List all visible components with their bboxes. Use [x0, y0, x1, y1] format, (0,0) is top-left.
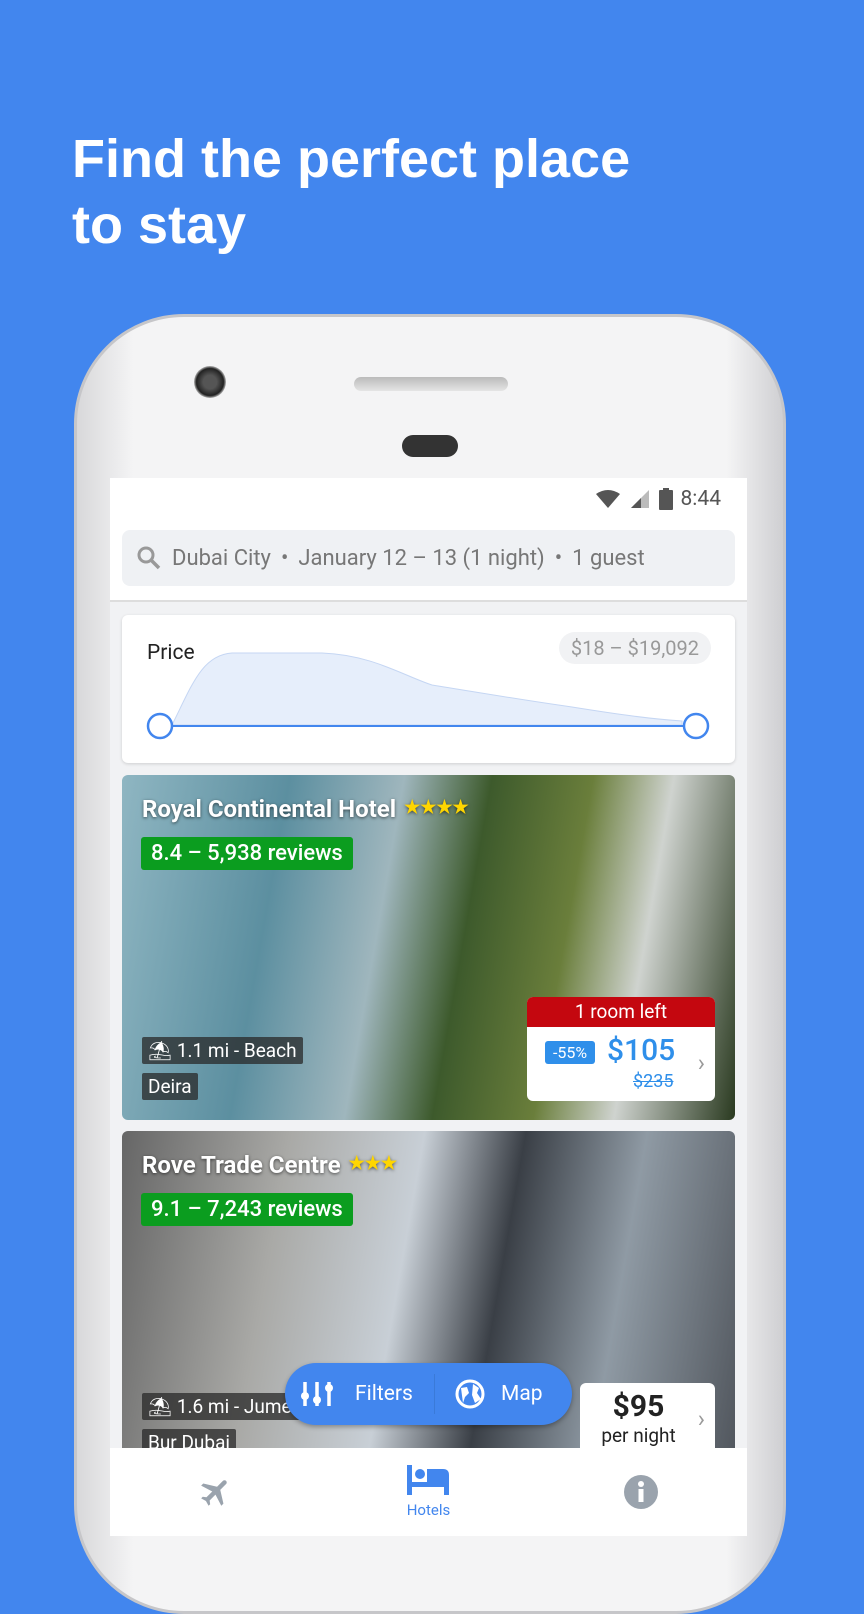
signal-icon — [630, 490, 649, 508]
beach-icon: ⛱ — [148, 1395, 173, 1418]
price-histogram — [146, 652, 710, 740]
availability-badge: 1 room left — [527, 997, 715, 1027]
price-min-handle[interactable] — [146, 712, 174, 740]
chevron-right-icon: › — [697, 1405, 705, 1433]
rating-badge: 9.1 – 7,243 reviews — [141, 1193, 353, 1226]
beach-icon: ⛱ — [148, 1039, 173, 1062]
sliders-icon — [301, 1382, 333, 1406]
globe-icon — [455, 1379, 485, 1409]
app-screen: 8:44 Dubai City • January 12 – 13 (1 nigh… — [110, 478, 747, 1536]
chevron-right-icon: › — [697, 1049, 705, 1077]
star-rating: ★★★ — [348, 1153, 397, 1174]
status-bar: 8:44 — [110, 478, 747, 520]
price-filter: Price $18 – $19,092 — [122, 615, 735, 763]
price-box[interactable]: 1 room left -55% $105 $235 › — [527, 997, 715, 1101]
nav-info[interactable] — [535, 1448, 747, 1536]
speaker — [354, 377, 508, 391]
hotel-card[interactable]: Royal Continental Hotel ★★★★ 8.4 – 5,938 … — [122, 775, 735, 1120]
headline: Find the perfect place to stay — [72, 129, 631, 255]
bed-icon — [407, 1465, 450, 1495]
search-bar[interactable]: Dubai City • January 12 – 13 (1 night) • 1… — [122, 530, 735, 586]
battery-icon — [658, 488, 673, 510]
wifi-icon — [595, 490, 620, 508]
camera — [194, 366, 226, 398]
nav-hotels[interactable]: Hotels — [322, 1448, 534, 1536]
rating-badge: 8.4 – 5,938 reviews — [141, 837, 353, 870]
bottom-nav: Hotels — [110, 1448, 747, 1536]
search-icon — [137, 546, 161, 570]
filters-button[interactable]: Filters — [285, 1374, 435, 1414]
discount-badge: -55% — [545, 1041, 596, 1064]
info-icon — [623, 1475, 658, 1509]
filters-map-toggle: Filters Map — [285, 1363, 572, 1425]
airplane-icon — [201, 1480, 227, 1506]
nav-flights[interactable] — [110, 1448, 322, 1536]
price-max-handle[interactable] — [682, 712, 710, 740]
sensor — [402, 435, 458, 457]
star-rating: ★★★★ — [404, 797, 469, 818]
map-button[interactable]: Map — [435, 1379, 543, 1409]
clock: 8:44 — [680, 487, 722, 511]
